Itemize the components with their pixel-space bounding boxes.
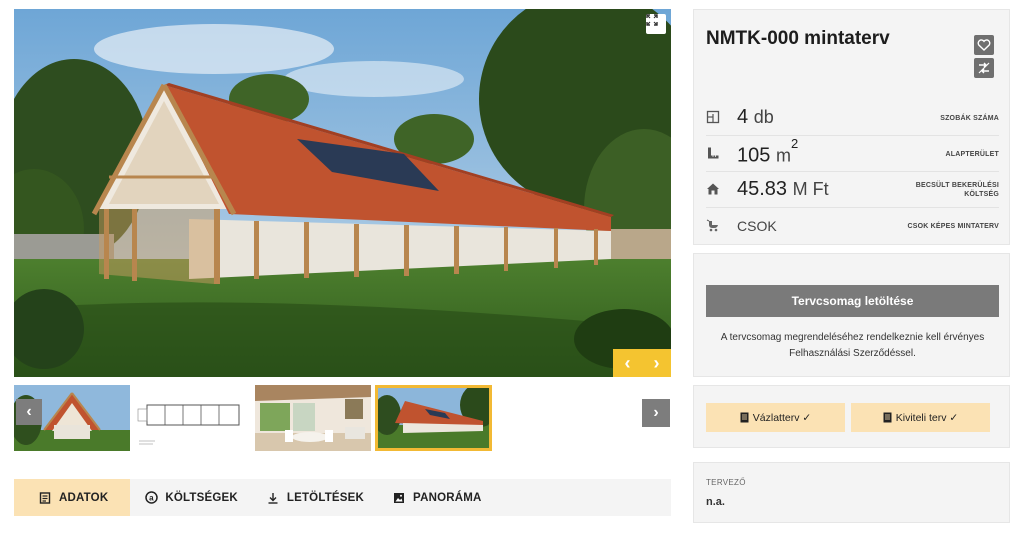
tab-label: KÖLTSÉGEK: [165, 491, 238, 504]
thumb-next-button[interactable]: ›: [642, 399, 670, 427]
stat-rooms: 4 db SZOBÁK SZÁMA: [706, 100, 999, 136]
stat-cost: 45.83 M Ft BECSÜLT BEKERÜLÉSI KÖLTSÉG: [706, 172, 999, 208]
tab-koltsegek[interactable]: a KÖLTSÉGEK: [130, 479, 252, 516]
designer-card: TERVEZŐ n.a.: [693, 462, 1010, 523]
plan-summary-card: NMTK-000 mintaterv 4 db SZOBÁK SZÁMA 105…: [693, 9, 1010, 245]
thumb-prev-button[interactable]: ‹: [16, 399, 42, 425]
tab-adatok[interactable]: ADATOK: [14, 479, 131, 516]
stat-value: 105 m2: [737, 136, 799, 167]
sketch-plan-label: Vázlatterv ✓: [752, 411, 812, 424]
stat-area: 105 m2 ALAPTERÜLET: [706, 136, 999, 172]
plan-title: NMTK-000 mintaterv: [706, 28, 890, 49]
download-package-button[interactable]: Tervcsomag letöltése: [706, 285, 999, 317]
download-card: Tervcsomag letöltése A tervcsomag megren…: [693, 253, 1010, 377]
designer-label: TERVEZŐ: [706, 478, 746, 487]
house-render-illustration: [14, 9, 671, 377]
expand-button[interactable]: [646, 14, 666, 34]
thumb-floorplan[interactable]: [135, 385, 249, 451]
tab-label: ADATOK: [59, 491, 109, 504]
stat-csok: CSOK CSOK KÉPES MINTATERV: [706, 208, 999, 244]
chevron-left-icon: ‹: [624, 352, 631, 373]
stat-value: 45.83 M Ft: [737, 178, 829, 200]
image-prev-button[interactable]: ‹: [613, 349, 642, 377]
favorite-button[interactable]: [974, 35, 994, 55]
stat-value: CSOK: [737, 218, 777, 234]
tab-letoltesek[interactable]: LETÖLTÉSEK: [252, 479, 378, 516]
stat-label: ALAPTERÜLET: [945, 150, 999, 158]
image-icon: [392, 491, 406, 505]
stat-label: SZOBÁK SZÁMA: [940, 114, 999, 122]
floorplan-icon: [706, 110, 720, 124]
svg-text:a: a: [149, 494, 154, 503]
expand-icon: [646, 14, 658, 26]
compare-button[interactable]: [974, 58, 994, 78]
chevron-left-icon: ‹: [26, 403, 32, 420]
thumb-exterior-side[interactable]: [375, 385, 492, 451]
chevron-right-icon: ›: [653, 352, 660, 373]
thumb-interior[interactable]: [255, 385, 371, 451]
designer-value: n.a.: [706, 496, 725, 508]
stat-value: 4 db: [737, 106, 774, 128]
floorplan-thumb-image: [135, 385, 249, 451]
ruler-icon: [708, 147, 719, 159]
download-note: A tervcsomag megrendeléséhez rendelkezni…: [720, 332, 985, 359]
heart-icon: [977, 39, 991, 51]
document-icon: [883, 412, 892, 423]
cost-icon: a: [144, 491, 158, 505]
tab-label: LETÖLTÉSEK: [286, 491, 365, 504]
main-house-image[interactable]: ‹ ›: [14, 9, 671, 377]
execution-plan-label: Kiviteli terv ✓: [895, 411, 959, 424]
detail-tabs: ADATOK a KÖLTSÉGEK LETÖLTÉSEK PANORÁMA: [14, 479, 671, 516]
download-icon: [266, 491, 280, 505]
plan-types-card: Vázlatterv ✓ Kiviteli terv ✓: [693, 385, 1010, 448]
interior-thumb-image: [255, 385, 371, 451]
tab-label: PANORÁMA: [413, 491, 482, 504]
thumbnail-strip: ‹ ›: [14, 385, 671, 451]
image-nav: ‹ ›: [613, 349, 671, 377]
stat-label: BECSÜLT BEKERÜLÉSI KÖLTSÉG: [915, 182, 999, 198]
chevron-right-icon: ›: [653, 404, 659, 421]
sketch-plan-button[interactable]: Vázlatterv ✓: [706, 403, 845, 432]
image-next-button[interactable]: ›: [642, 349, 671, 377]
exterior-side-thumb-image: [375, 385, 492, 451]
house-icon: [707, 183, 719, 195]
stroller-icon: [706, 219, 718, 232]
execution-plan-button[interactable]: Kiviteli terv ✓: [851, 403, 990, 432]
tab-panorama[interactable]: PANORÁMA: [378, 479, 495, 516]
document-icon: [740, 412, 749, 423]
stat-label: CSOK KÉPES MINTATERV: [907, 222, 999, 230]
compare-icon: [978, 62, 990, 74]
document-icon: [38, 491, 52, 505]
